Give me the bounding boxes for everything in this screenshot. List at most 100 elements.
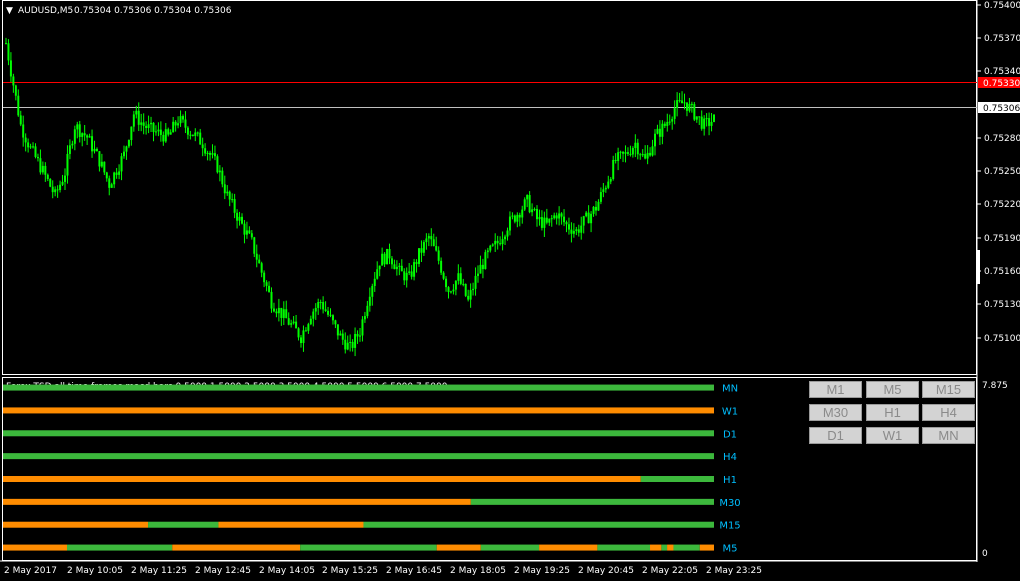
- candle-body: [425, 238, 428, 243]
- candle-body: [9, 60, 12, 77]
- candle-body: [464, 283, 467, 296]
- candle-body: [597, 201, 600, 211]
- candle-body: [120, 156, 123, 172]
- candle-body: [538, 217, 541, 220]
- tf-button-h1[interactable]: H1: [866, 404, 919, 421]
- tf-bar-segment-m5: [667, 544, 674, 551]
- candle-body: [46, 174, 49, 179]
- candle-body: [516, 214, 519, 222]
- tf-row-label: H1: [723, 475, 737, 486]
- price-tick: 0.75190: [984, 234, 1020, 244]
- candle-body: [651, 146, 654, 156]
- candle-body: [86, 135, 89, 138]
- time-label: 2 May 18:05: [450, 566, 506, 576]
- candle-body: [179, 116, 182, 124]
- candle-body: [481, 264, 484, 270]
- tf-button-mn[interactable]: MN: [922, 427, 975, 444]
- candle-body: [486, 250, 489, 253]
- candle-body: [346, 342, 349, 350]
- candle-body: [685, 102, 688, 111]
- price-scale-handle[interactable]: [977, 250, 980, 284]
- tf-button-h4[interactable]: H4: [922, 404, 975, 421]
- candle-body: [526, 195, 529, 200]
- candle-body: [445, 278, 448, 288]
- time-label: 2 May 12:45: [195, 566, 251, 576]
- tf-button-m15[interactable]: M15: [922, 381, 975, 398]
- candle-body: [408, 271, 411, 273]
- tf-bar-segment-m5: [673, 544, 700, 551]
- tf-bar-segment-m5: [436, 544, 481, 551]
- time-label: 2 May 23:25: [706, 566, 762, 576]
- candle-body: [459, 273, 462, 284]
- candle-body: [56, 189, 59, 191]
- candle-body: [501, 239, 504, 245]
- candle-body: [595, 206, 597, 211]
- candle-body: [521, 209, 524, 218]
- tf-button-m1[interactable]: M1: [809, 381, 862, 398]
- ask-price-label: 0.75330: [983, 79, 1020, 89]
- candle-body: [41, 165, 44, 173]
- candle-body: [135, 110, 138, 115]
- candle-body: [494, 240, 497, 245]
- main-chart-frame: [2, 0, 977, 375]
- candle-body: [295, 321, 298, 329]
- candle-body: [432, 239, 435, 247]
- candle-body: [543, 217, 546, 228]
- candle-body: [184, 119, 187, 128]
- price-tick: 0.75280: [984, 134, 1020, 144]
- candle-body: [550, 218, 553, 220]
- candle-body: [341, 333, 344, 340]
- time-label: 2 May 16:45: [386, 566, 442, 576]
- candle-body: [565, 222, 568, 225]
- candle-body: [410, 271, 413, 277]
- candle-body: [604, 187, 607, 190]
- candle-body: [54, 189, 57, 193]
- candle-body: [334, 320, 337, 325]
- candle-body: [164, 129, 167, 142]
- candle-body: [658, 128, 661, 137]
- candle-body: [209, 152, 212, 155]
- candle-body: [241, 216, 243, 224]
- candle-body: [614, 159, 617, 161]
- candle-body: [577, 229, 580, 233]
- candle-body: [243, 223, 246, 235]
- candle-body: [221, 170, 224, 185]
- candle-body: [469, 290, 472, 300]
- candle-body: [558, 213, 561, 219]
- candle-body: [491, 244, 494, 246]
- candle-body: [678, 100, 681, 102]
- candle-body: [688, 103, 691, 111]
- candle-body: [132, 114, 135, 127]
- candle-body: [83, 133, 86, 136]
- candle-body: [708, 118, 711, 126]
- candle-body: [250, 233, 253, 238]
- candle-body: [277, 307, 280, 314]
- candle-body: [103, 161, 106, 173]
- candle-body: [204, 148, 207, 154]
- candle-body: [98, 151, 101, 167]
- candle-body: [287, 318, 290, 325]
- candle-body: [238, 216, 241, 221]
- tf-bar-segment-m5: [300, 544, 437, 551]
- tf-button-m5[interactable]: M5: [866, 381, 919, 398]
- chart-window[interactable]: ▼ AUDUSD,M5 0.75304 0.75306 0.75304 0.75…: [0, 0, 1020, 581]
- candle-body: [572, 230, 575, 234]
- candle-body: [29, 146, 32, 148]
- tf-button-d1[interactable]: D1: [809, 427, 862, 444]
- candle-body: [528, 195, 531, 213]
- dropdown-arrow-icon[interactable]: ▼: [6, 6, 13, 16]
- candle-body: [211, 153, 214, 155]
- candle-body: [383, 253, 386, 265]
- tf-button-w1[interactable]: W1: [866, 427, 919, 444]
- candle-body: [467, 295, 470, 300]
- candle-body: [110, 184, 113, 188]
- candle-body: [356, 333, 359, 337]
- candle-body: [671, 118, 674, 122]
- candle-body: [631, 148, 634, 155]
- time-label: 2 May 14:05: [259, 566, 315, 576]
- price-tick: 0.75160: [984, 267, 1020, 277]
- tf-button-m30[interactable]: M30: [809, 404, 862, 421]
- candle-body: [12, 76, 15, 86]
- candle-body: [636, 142, 639, 155]
- tf-bar-segment-m5: [539, 544, 598, 551]
